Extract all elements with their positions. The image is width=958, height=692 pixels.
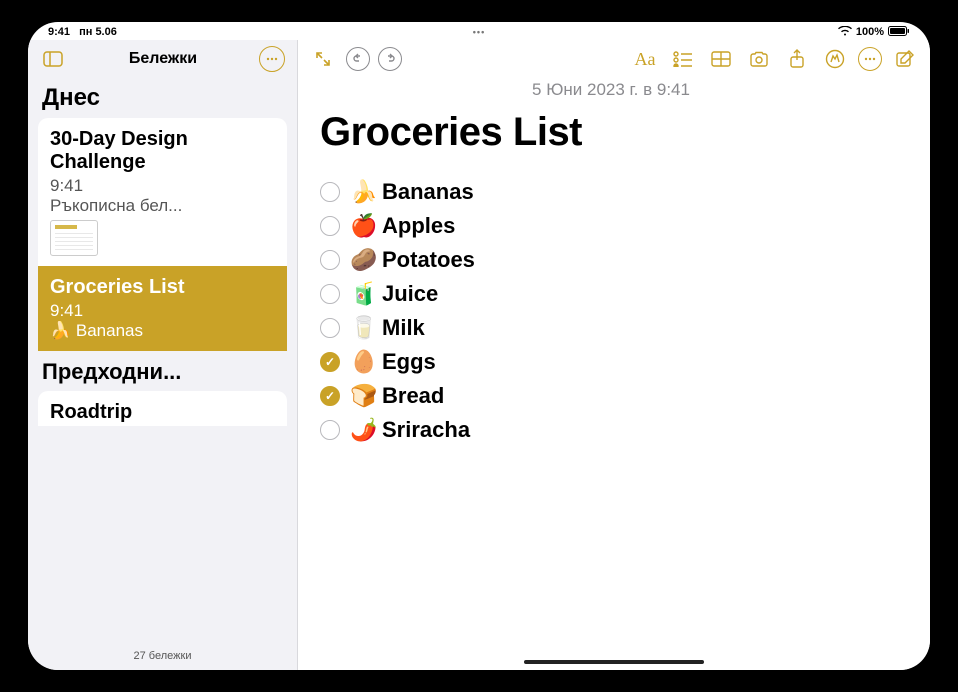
item-emoji: 🥚 bbox=[350, 351, 378, 373]
battery-icon bbox=[888, 26, 910, 39]
note-list-item[interactable]: 30-Day Design Challenge 9:41 Ръкописна б… bbox=[38, 118, 287, 266]
note-item-time: 9:41 bbox=[50, 176, 275, 196]
checklist-item[interactable]: 🍞Bread bbox=[320, 385, 902, 407]
sidebar-title: Бележки bbox=[28, 50, 298, 68]
table-icon[interactable] bbox=[706, 44, 736, 74]
home-indicator[interactable] bbox=[524, 660, 704, 664]
item-label: Apples bbox=[382, 215, 455, 237]
screen: 9:41 пн 5.06 ••• 100% bbox=[28, 22, 930, 670]
checklist-item[interactable]: 🥛Milk bbox=[320, 317, 902, 339]
checklist-item[interactable]: 🧃Juice bbox=[320, 283, 902, 305]
note-item-title: Groceries List bbox=[50, 276, 275, 299]
check-circle-icon[interactable] bbox=[320, 386, 340, 406]
check-circle-icon[interactable] bbox=[320, 250, 340, 270]
check-circle-icon[interactable] bbox=[320, 318, 340, 338]
item-emoji: 🧃 bbox=[350, 283, 378, 305]
undo-icon[interactable] bbox=[346, 47, 370, 71]
share-icon[interactable] bbox=[782, 44, 812, 74]
sidebar-more-icon[interactable] bbox=[259, 46, 285, 72]
item-label: Sriracha bbox=[382, 419, 470, 441]
item-label: Bananas bbox=[382, 181, 474, 203]
item-label: Milk bbox=[382, 317, 425, 339]
redo-icon[interactable] bbox=[378, 47, 402, 71]
sidebar-header: Бележки bbox=[28, 40, 297, 78]
item-label: Bread bbox=[382, 385, 444, 407]
status-time: 9:41 bbox=[48, 26, 70, 38]
ipad-frame: 9:41 пн 5.06 ••• 100% bbox=[0, 0, 958, 692]
status-date: пн 5.06 bbox=[79, 26, 117, 38]
multitask-dots[interactable]: ••• bbox=[473, 27, 485, 37]
check-circle-icon[interactable] bbox=[320, 420, 340, 440]
section-previous-header: Предходни... bbox=[38, 351, 287, 391]
editor-toolbar: Aa bbox=[298, 40, 930, 78]
item-emoji: 🍎 bbox=[350, 215, 378, 237]
note-item-preview: Ръкописна бел... bbox=[50, 196, 275, 216]
checklist: 🍌Bananas🍎Apples🥔Potatoes🧃Juice🥛Milk🥚Eggs… bbox=[320, 181, 902, 441]
note-item-title: Roadtrip bbox=[50, 401, 275, 424]
wifi-icon bbox=[838, 26, 852, 39]
item-label: Juice bbox=[382, 283, 438, 305]
note-item-title: 30-Day Design Challenge bbox=[50, 128, 275, 174]
sidebar-toggle-icon[interactable] bbox=[40, 46, 66, 72]
checklist-item[interactable]: 🍎Apples bbox=[320, 215, 902, 237]
checklist-item[interactable]: 🌶️Sriracha bbox=[320, 419, 902, 441]
item-label: Eggs bbox=[382, 351, 436, 373]
item-emoji: 🍌 bbox=[350, 181, 378, 203]
note-list-item[interactable]: Roadtrip bbox=[38, 391, 287, 426]
sidebar-footer-count: 27 бележки bbox=[28, 644, 297, 670]
checklist-item[interactable]: 🥚Eggs bbox=[320, 351, 902, 373]
content-area: Бележки Днес 30-Day Design Challenge 9:4… bbox=[28, 40, 930, 670]
item-emoji: 🥛 bbox=[350, 317, 378, 339]
note-item-time: 9:41 bbox=[50, 301, 275, 321]
item-emoji: 🥔 bbox=[350, 249, 378, 271]
status-bar: 9:41 пн 5.06 ••• 100% bbox=[28, 22, 930, 40]
section-today-header: Днес bbox=[28, 78, 297, 118]
check-circle-icon[interactable] bbox=[320, 352, 340, 372]
item-emoji: 🍞 bbox=[350, 385, 378, 407]
check-circle-icon[interactable] bbox=[320, 284, 340, 304]
note-list-item-selected[interactable]: Groceries List 9:41 🍌 Bananas bbox=[38, 266, 287, 351]
markup-icon[interactable] bbox=[820, 44, 850, 74]
note-date: 5 Юни 2023 г. в 9:41 bbox=[320, 80, 902, 100]
format-text-icon[interactable]: Aa bbox=[630, 44, 660, 74]
check-circle-icon[interactable] bbox=[320, 182, 340, 202]
editor-pane: Aa bbox=[298, 40, 930, 670]
camera-icon[interactable] bbox=[744, 44, 774, 74]
battery-percent: 100% bbox=[856, 26, 884, 38]
check-circle-icon[interactable] bbox=[320, 216, 340, 236]
note-item-preview: 🍌 Bananas bbox=[50, 321, 275, 341]
compose-icon[interactable] bbox=[890, 44, 920, 74]
editor-body[interactable]: 5 Юни 2023 г. в 9:41 Groceries List 🍌Ban… bbox=[298, 78, 930, 670]
notes-list[interactable]: 30-Day Design Challenge 9:41 Ръкописна б… bbox=[28, 118, 297, 644]
item-label: Potatoes bbox=[382, 249, 475, 271]
note-thumbnail bbox=[50, 220, 98, 256]
item-emoji: 🌶️ bbox=[350, 419, 378, 441]
checklist-item[interactable]: 🥔Potatoes bbox=[320, 249, 902, 271]
checklist-icon[interactable] bbox=[668, 44, 698, 74]
fullscreen-icon[interactable] bbox=[308, 44, 338, 74]
document-title[interactable]: Groceries List bbox=[320, 110, 902, 155]
checklist-item[interactable]: 🍌Bananas bbox=[320, 181, 902, 203]
more-icon[interactable] bbox=[858, 47, 882, 71]
sidebar: Бележки Днес 30-Day Design Challenge 9:4… bbox=[28, 40, 298, 670]
